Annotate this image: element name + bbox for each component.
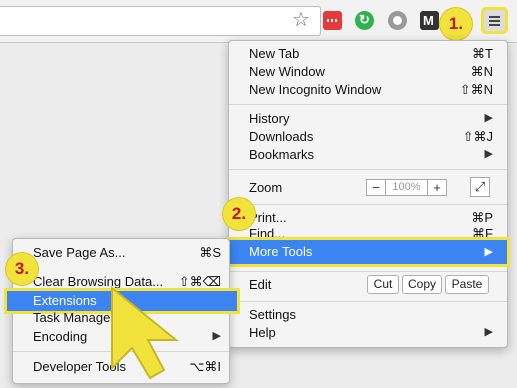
ext-compass-icon[interactable] xyxy=(388,11,407,30)
ext-m-icon[interactable] xyxy=(420,11,439,30)
ext-red-icon[interactable] xyxy=(323,11,342,30)
menu-item-new-tab[interactable]: New Tab ⌘T xyxy=(229,44,507,63)
zoom-in-button[interactable]: + xyxy=(427,179,447,196)
chevron-right-icon: ▶ xyxy=(212,330,221,342)
callout-step-2: 2. xyxy=(223,198,255,230)
menu-item-more-tools[interactable]: More Tools ▶ xyxy=(229,240,507,264)
zoom-out-button[interactable]: − xyxy=(366,179,386,196)
menu-item-find[interactable]: Find... ⌘F xyxy=(229,224,507,238)
chevron-right-icon: ▶ xyxy=(484,112,493,124)
chrome-main-menu: New Tab ⌘T New Window ⌘N New Incognito Win… xyxy=(228,40,508,348)
callout-step-3: 3. xyxy=(6,253,38,285)
menu-item-help[interactable]: Help ▶ xyxy=(229,323,507,342)
address-bar[interactable] xyxy=(0,6,321,36)
pointer-arrow-icon xyxy=(111,285,179,380)
menu-item-downloads[interactable]: Downloads ⇧⌘J xyxy=(229,127,507,146)
copy-button[interactable]: Copy xyxy=(402,275,442,294)
chevron-right-icon: ▶ xyxy=(484,246,493,258)
hamburger-menu-icon[interactable] xyxy=(481,7,508,34)
chevron-right-icon: ▶ xyxy=(484,148,493,160)
menu-item-save-page[interactable]: Save Page As... ⌘S xyxy=(13,243,229,262)
paste-button[interactable]: Paste xyxy=(445,275,489,294)
menu-item-settings[interactable]: Settings xyxy=(229,305,507,324)
menu-item-bookmarks[interactable]: Bookmarks ▶ xyxy=(229,145,507,164)
menu-item-new-window[interactable]: New Window ⌘N xyxy=(229,62,507,81)
callout-step-1: 1. xyxy=(440,8,472,40)
menu-item-edit: Edit Cut Copy Paste xyxy=(229,275,507,294)
ext-green-refresh-icon[interactable] xyxy=(355,11,374,30)
cut-button[interactable]: Cut xyxy=(367,275,399,294)
chevron-right-icon: ▶ xyxy=(484,326,493,338)
zoom-level: 100% xyxy=(385,179,428,196)
menu-item-new-incognito[interactable]: New Incognito Window ⇧⌘N xyxy=(229,80,507,99)
menu-item-zoom: Zoom − 100% + ⤢ xyxy=(229,177,507,197)
star-icon[interactable]: ☆ xyxy=(292,10,310,30)
menu-item-history[interactable]: History ▶ xyxy=(229,109,507,128)
fullscreen-icon[interactable]: ⤢ xyxy=(470,177,490,197)
